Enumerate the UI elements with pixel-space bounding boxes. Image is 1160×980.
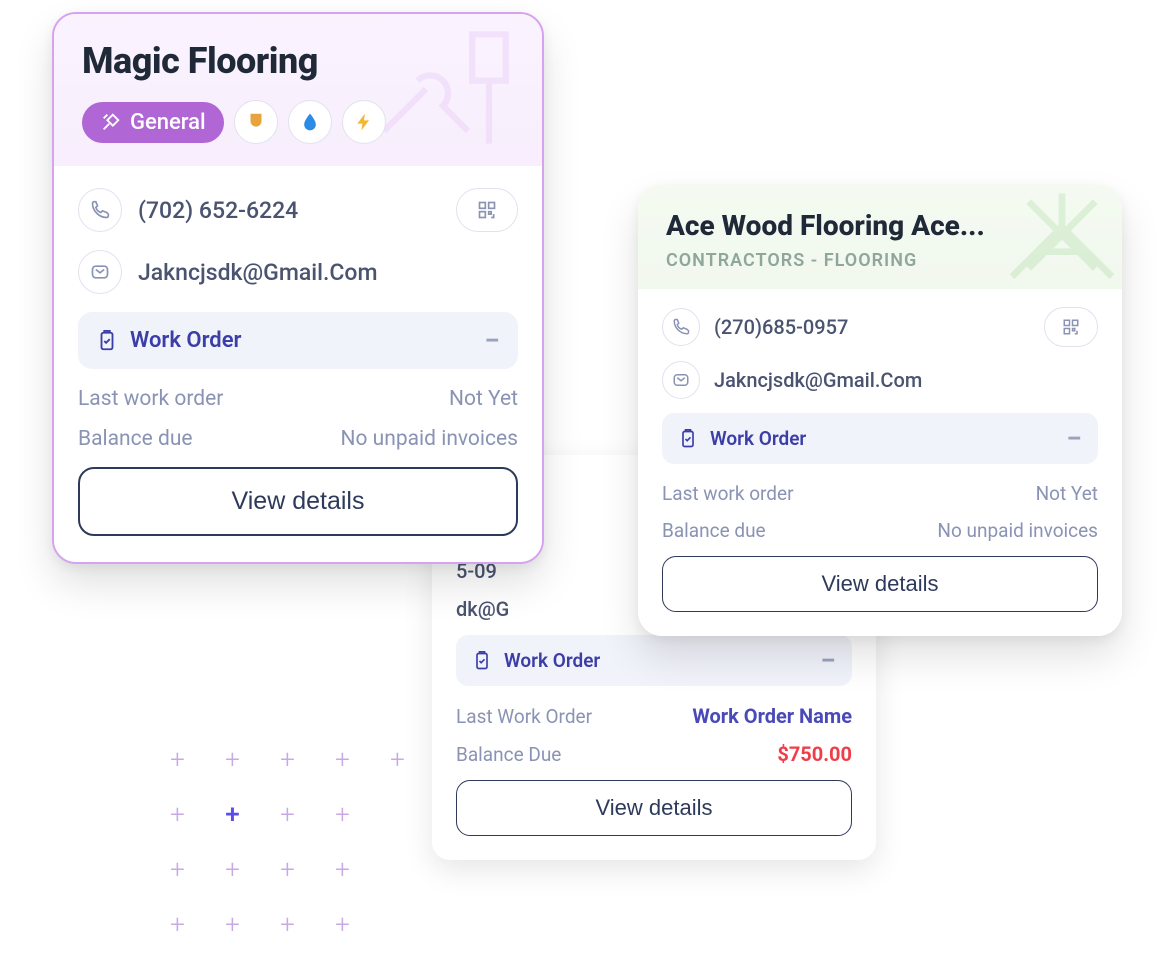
vendor-subtitle: CONTRACTORS - FLOORING	[666, 250, 1094, 271]
category-chip-label: General	[130, 110, 206, 135]
water-icon[interactable]	[288, 100, 332, 144]
email-value: Jakncjsdk@Gmail.Com	[138, 259, 518, 286]
clipboard-icon	[96, 330, 118, 352]
water-icon	[300, 111, 320, 133]
vendor-card-ace: Ace Wood Flooring Ace... CONTRACTORS - F…	[638, 185, 1122, 636]
view-details-button[interactable]: View details	[662, 556, 1098, 612]
view-details-button[interactable]: View details	[78, 467, 518, 536]
email-icon	[662, 361, 700, 399]
category-chip-general[interactable]: General	[82, 102, 224, 143]
view-details-button[interactable]: View details	[456, 780, 852, 836]
balance-due-label: Balance Due	[456, 743, 561, 766]
vendor-title: Magic Flooring	[82, 40, 514, 82]
decorative-plus-grid: +++++ ++++ ++++ ++++	[150, 732, 425, 952]
balance-due-value: $750.00	[777, 742, 852, 766]
last-work-order-label: Last Work Order	[456, 705, 592, 728]
work-order-toggle[interactable]: Work Order −	[456, 635, 852, 686]
balance-due-value: No unpaid invoices	[341, 427, 519, 451]
bolt-icon[interactable]	[342, 100, 386, 144]
bolt-icon	[354, 111, 374, 133]
clipboard-icon	[472, 651, 492, 671]
phone-value: (270)685-0957	[714, 315, 1030, 339]
work-order-toggle[interactable]: Work Order −	[78, 312, 518, 369]
last-work-order-value: Not Yet	[449, 387, 518, 411]
paint-icon[interactable]	[234, 100, 278, 144]
clipboard-icon	[678, 429, 698, 449]
last-work-order-label: Last work order	[78, 387, 223, 411]
phone-icon	[662, 308, 700, 346]
qr-icon	[477, 200, 497, 220]
balance-due-label: Balance due	[662, 519, 766, 542]
last-work-order-label: Last work order	[662, 482, 794, 505]
phone-value: (702) 652-6224	[138, 197, 440, 224]
work-order-label: Work Order	[130, 328, 472, 353]
qr-icon	[1062, 318, 1080, 336]
work-order-label: Work Order	[710, 427, 1054, 450]
work-order-toggle[interactable]: Work Order −	[662, 413, 1098, 464]
vendor-title: Ace Wood Flooring Ace...	[666, 209, 1094, 242]
tools-icon	[100, 111, 122, 133]
phone-icon	[78, 188, 122, 232]
email-value: Jakncjsdk@Gmail.Com	[714, 368, 1098, 392]
last-work-order-value: Not Yet	[1036, 482, 1098, 505]
work-order-label: Work Order	[504, 649, 808, 672]
qr-button[interactable]	[456, 188, 518, 232]
paint-icon	[245, 111, 267, 133]
email-icon	[78, 250, 122, 294]
balance-due-label: Balance due	[78, 427, 193, 451]
vendor-card-magic: Magic Flooring General	[52, 12, 544, 564]
last-work-order-value: Work Order Name	[692, 704, 852, 728]
qr-button[interactable]	[1044, 307, 1098, 347]
balance-due-value: No unpaid invoices	[937, 519, 1098, 542]
